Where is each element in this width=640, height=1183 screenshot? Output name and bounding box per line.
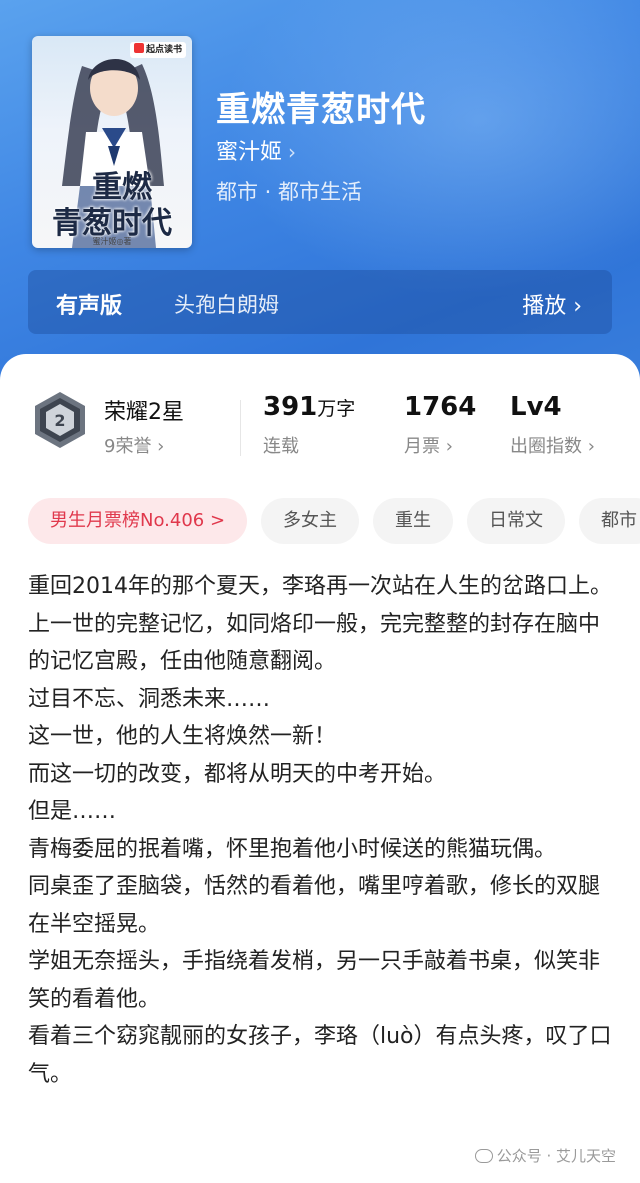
- synopsis-paragraph: 这一世，他的人生将焕然一新！: [28, 724, 337, 749]
- synopsis-paragraph: 学姐无奈摇头，手指绕着发梢，另一只手敲着书桌，似笑非笑的看着他。: [28, 949, 601, 1012]
- honor-points-link[interactable]: 9荣誉 ›: [104, 432, 164, 458]
- audio-narrator: 头孢白朗姆: [174, 293, 279, 317]
- book-cover[interactable]: 起点读书 重燃 青葱时代 蜜汁姬◎著: [32, 36, 192, 248]
- qidian-logo-icon: [133, 43, 144, 53]
- popularity-index-label: 出圈指数 ›: [510, 436, 595, 457]
- monthly-ticket-value: 1764: [404, 392, 477, 422]
- ranking-tag[interactable]: 男生月票榜No.406 >: [28, 498, 248, 544]
- synopsis-paragraph: 而这一切的改变，都将从明天的中考开始。: [28, 761, 447, 787]
- popularity-index-value: Lv4: [510, 392, 562, 422]
- synopsis-paragraph: 过目不忘、洞悉未来……: [28, 686, 271, 712]
- popularity-index-stat[interactable]: Lv4 出圈指数 ›: [510, 392, 595, 458]
- author-link[interactable]: 蜜汁姬 ›: [216, 134, 296, 166]
- play-button[interactable]: 播放 ›: [522, 288, 582, 320]
- wechat-icon: [474, 1149, 493, 1163]
- tag-list: 男生月票榜No.406 > 多女主 重生 日常文 都市: [28, 498, 640, 544]
- honor-level: 2: [54, 411, 65, 430]
- honor-badge-icon[interactable]: 2: [30, 390, 90, 450]
- synopsis-paragraph: 重回2014年的那个夏天，李珞再一次站在人生的岔路口上。: [28, 574, 612, 599]
- synopsis-paragraph: 同桌歪了歪脑袋，恬然的看着他，嘴里哼着歌，修长的双腿在半空摇晃。: [28, 874, 601, 937]
- word-count-unit: 万字: [317, 398, 356, 420]
- book-synopsis: 重回2014年的那个夏天，李珞再一次站在人生的岔路口上。 上一世的完整记忆，如同…: [28, 568, 612, 1093]
- monthly-ticket-stat[interactable]: 1764 月票 ›: [404, 392, 476, 458]
- cover-author: 蜜汁姬◎著: [92, 237, 132, 246]
- monthly-ticket-label: 月票 ›: [404, 436, 453, 457]
- publisher-badge: 起点读书: [129, 42, 186, 58]
- book-header: 起点读书 重燃 青葱时代 蜜汁姬◎著 重燃青葱时代 蜜汁姬 › 都市 · 都市生活…: [0, 0, 640, 400]
- serial-status: 连载: [263, 436, 299, 457]
- synopsis-paragraph: 看着三个窈窕靓丽的女孩子，李珞（luò）有点头疼，叹了口气。: [28, 1024, 612, 1087]
- synopsis-paragraph: 青梅委屈的抿着嘴，怀里抱着他小时候送的熊猫玩偶。: [28, 836, 557, 862]
- chevron-right-icon: ›: [288, 140, 297, 164]
- watermark: 公众号 · 艾儿天空: [470, 1143, 620, 1168]
- book-info-card: 2 荣耀2星 9荣誉 › 391万字 连载 1764 月票 › Lv4 出圈指数…: [0, 354, 640, 1183]
- book-title: 重燃青葱时代: [216, 90, 426, 130]
- book-genre: 都市 · 都市生活: [216, 180, 363, 204]
- word-count-value: 391: [263, 392, 318, 422]
- author-name: 蜜汁姬: [216, 140, 283, 165]
- divider: [240, 400, 241, 456]
- tag-item[interactable]: 日常文: [467, 498, 566, 544]
- audio-label: 有声版: [56, 294, 123, 319]
- synopsis-paragraph: 上一世的完整记忆，如同烙印一般，完完整整的封存在脑中的记忆宫殿，任由他随意翻阅。: [28, 611, 601, 675]
- audio-version-bar[interactable]: 有声版 头孢白朗姆 播放 ›: [28, 270, 612, 334]
- tag-item[interactable]: 多女主: [261, 498, 360, 544]
- honor-title: 荣耀2星: [104, 400, 184, 425]
- synopsis-paragraph: 但是……: [28, 799, 117, 824]
- word-count-stat: 391万字 连载: [263, 392, 355, 458]
- tag-item[interactable]: 重生: [373, 498, 454, 544]
- tag-item[interactable]: 都市: [579, 498, 640, 544]
